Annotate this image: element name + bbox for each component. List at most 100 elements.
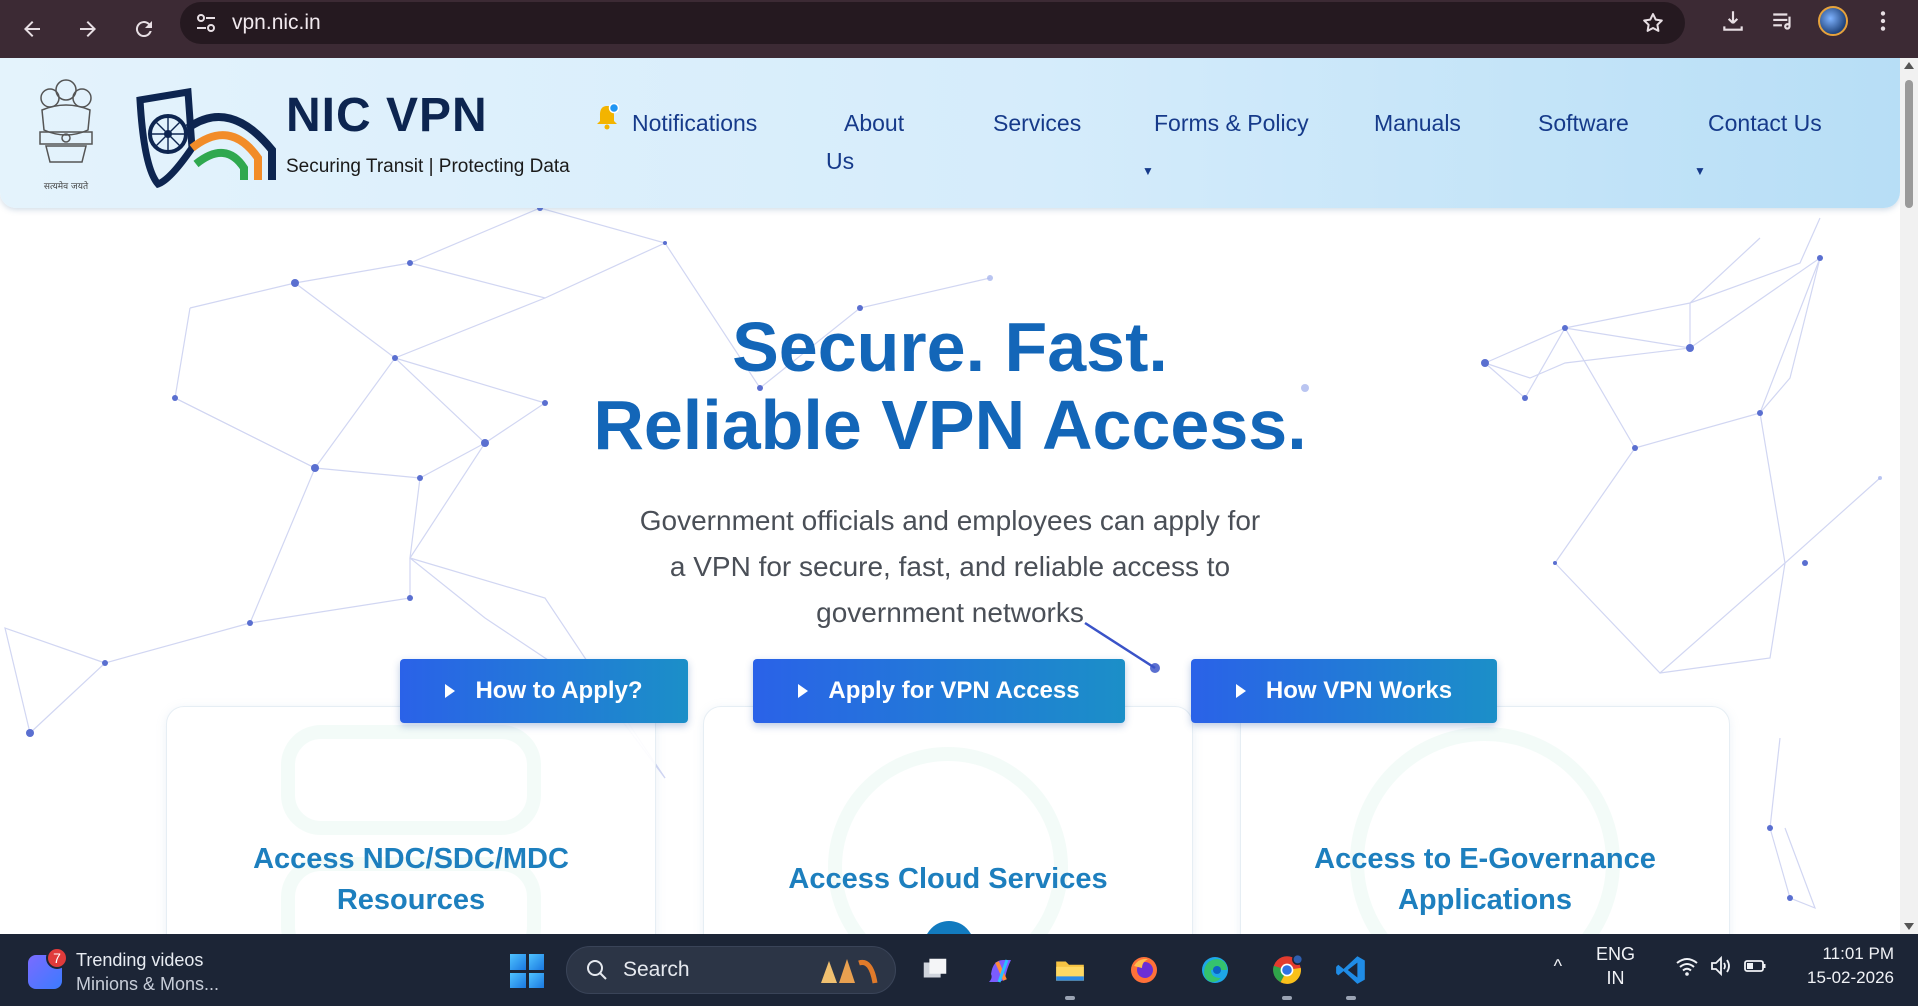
back-arrow-icon[interactable] bbox=[12, 9, 52, 49]
scrollbar-thumb[interactable] bbox=[1905, 80, 1913, 208]
brand-tagline: Securing Transit | Protecting Data bbox=[286, 156, 570, 177]
forward-arrow-icon[interactable] bbox=[68, 9, 108, 49]
site-header: सत्यमेव जयते NIC VPN Securing Transit | … bbox=[0, 58, 1900, 208]
nic-vpn-shield-logo[interactable] bbox=[130, 88, 280, 188]
nav-about-line2: Us bbox=[826, 148, 855, 174]
windows-taskbar: 7 Trending videos Minions & Mons... Sear… bbox=[0, 934, 1918, 1006]
play-triangle-icon bbox=[1235, 684, 1246, 698]
address-bar[interactable]: vpn.nic.in bbox=[180, 2, 1685, 44]
brand-title[interactable]: NIC VPN bbox=[286, 88, 488, 143]
site-settings-icon[interactable] bbox=[194, 11, 218, 35]
chevron-down-icon: ▼ bbox=[1142, 164, 1154, 178]
widgets-icon: 7 bbox=[28, 947, 68, 989]
search-highlight-icon bbox=[821, 959, 878, 984]
widget-title: Trending videos bbox=[76, 950, 204, 970]
card-title: Access NDC/SDC/MDC Resources bbox=[167, 839, 655, 921]
running-indicator bbox=[1065, 996, 1075, 1000]
quick-settings[interactable] bbox=[1675, 954, 1767, 978]
scroll-up-icon[interactable] bbox=[1904, 62, 1914, 69]
nav-about-line1: About bbox=[844, 110, 905, 136]
play-triangle-icon bbox=[798, 684, 809, 698]
profile-avatar-icon[interactable] bbox=[1818, 6, 1848, 36]
widgets-button[interactable]: 7 Trending videos Minions & Mons... bbox=[28, 947, 219, 996]
card-title: Access Cloud Services bbox=[788, 863, 1108, 895]
running-indicator bbox=[1346, 996, 1356, 1000]
nav-software[interactable]: Software bbox=[1538, 104, 1629, 142]
nav-contact-label: Contact Us bbox=[1708, 110, 1822, 136]
card-title: Access to E-Governance Applications bbox=[1241, 839, 1729, 921]
browser-toolbar: vpn.nic.in bbox=[0, 0, 1918, 58]
nav-contact-us[interactable]: Contact Us ▼ bbox=[1694, 104, 1822, 178]
card-title-line2: Applications bbox=[1397, 884, 1572, 916]
bell-icon[interactable] bbox=[592, 102, 622, 132]
card-watermark bbox=[828, 747, 1068, 934]
widget-text: Trending videos Minions & Mons... bbox=[76, 948, 219, 996]
media-queue-icon[interactable] bbox=[1768, 6, 1798, 36]
card-watermark bbox=[281, 725, 541, 835]
nav-services[interactable]: Services bbox=[993, 104, 1081, 142]
how-to-apply-label: How to Apply? bbox=[475, 677, 643, 704]
tray-overflow-chevron-icon[interactable]: ^ bbox=[1554, 956, 1562, 977]
edge-icon[interactable] bbox=[1195, 950, 1235, 990]
how-vpn-works-button[interactable]: How VPN Works bbox=[1191, 659, 1497, 723]
web-page: सत्यमेव जयते NIC VPN Securing Transit | … bbox=[0, 58, 1900, 934]
browser-actions bbox=[1718, 6, 1898, 36]
reload-icon[interactable] bbox=[124, 9, 164, 49]
hero-subtitle-line1: Government officials and employees can a… bbox=[639, 505, 1261, 536]
nav-manuals[interactable]: Manuals bbox=[1374, 104, 1461, 142]
national-emblem: सत्यमेव जयते bbox=[28, 70, 104, 192]
how-to-apply-button[interactable]: How to Apply? bbox=[400, 659, 688, 723]
hero-subtitle: Government officials and employees can a… bbox=[620, 498, 1280, 636]
card-title-line2: Resources bbox=[336, 884, 486, 916]
system-tray: ^ ENG IN 11:01 PM 15-02-2026 bbox=[1554, 942, 1894, 990]
hero-title-line1: Secure. Fast. bbox=[732, 308, 1168, 386]
play-triangle-icon bbox=[445, 684, 456, 698]
widget-subtitle: Minions & Mons... bbox=[76, 974, 220, 994]
browser-nav-buttons bbox=[12, 9, 164, 49]
hero-subtitle-line3: government networks bbox=[816, 597, 1084, 628]
how-vpn-works-label: How VPN Works bbox=[1265, 677, 1453, 704]
hero-subtitle-line2: a VPN for secure, fast, and reliable acc… bbox=[669, 551, 1231, 582]
bookmark-star-icon[interactable] bbox=[1641, 11, 1665, 35]
card-title-line1: Access to E-Governance bbox=[1314, 843, 1656, 875]
download-icon[interactable] bbox=[1718, 6, 1748, 36]
firefox-icon[interactable] bbox=[1124, 950, 1164, 990]
nav-notifications[interactable]: Notifications bbox=[632, 104, 757, 142]
card-cloud-services[interactable]: Access Cloud Services + bbox=[703, 706, 1193, 934]
url-text[interactable]: vpn.nic.in bbox=[232, 11, 321, 35]
search-icon bbox=[587, 960, 607, 980]
card-egovernance[interactable]: Access to E-Governance Applications + bbox=[1240, 706, 1730, 934]
apply-vpn-access-label: Apply for VPN Access bbox=[828, 677, 1080, 704]
language-line1: ENG bbox=[1596, 944, 1636, 964]
wifi-icon bbox=[1676, 958, 1698, 976]
search-label: Search bbox=[623, 958, 690, 981]
windows-start-icon[interactable] bbox=[510, 954, 544, 988]
menu-dots-icon[interactable] bbox=[1868, 6, 1898, 36]
chrome-icon[interactable] bbox=[1267, 950, 1307, 1000]
running-indicator bbox=[1282, 996, 1292, 1000]
card-title-line1: Access NDC/SDC/MDC bbox=[253, 843, 569, 875]
vscode-icon[interactable] bbox=[1331, 950, 1371, 1000]
battery-icon bbox=[1744, 960, 1766, 972]
widget-badge: 7 bbox=[46, 947, 68, 969]
task-view-icon[interactable] bbox=[915, 950, 955, 990]
emblem-motto: सत्यमेव जयते bbox=[43, 182, 89, 192]
card-ndc-resources[interactable]: Access NDC/SDC/MDC Resources + bbox=[166, 706, 656, 934]
language-indicator[interactable]: ENG IN bbox=[1596, 942, 1635, 990]
nav-about-us[interactable]: About Us bbox=[826, 104, 904, 180]
taskbar-search[interactable]: Search bbox=[566, 946, 896, 994]
hero-title-line2: Reliable VPN Access. bbox=[593, 386, 1307, 464]
apply-vpn-access-button[interactable]: Apply for VPN Access bbox=[753, 659, 1125, 723]
language-line2: IN bbox=[1606, 968, 1625, 988]
clock-date: 15-02-2026 bbox=[1807, 968, 1894, 987]
copilot-icon[interactable] bbox=[981, 950, 1021, 990]
chevron-down-icon: ▼ bbox=[1694, 164, 1706, 178]
clock[interactable]: 11:01 PM 15-02-2026 bbox=[1807, 942, 1894, 990]
clock-time: 11:01 PM bbox=[1822, 944, 1894, 963]
file-explorer-icon[interactable] bbox=[1050, 950, 1090, 1000]
nav-forms-policy[interactable]: Forms & Policy ▼ bbox=[1142, 104, 1309, 178]
nav-forms-policy-label: Forms & Policy bbox=[1154, 110, 1309, 136]
page-scrollbar[interactable] bbox=[1900, 58, 1918, 934]
scroll-down-icon[interactable] bbox=[1904, 923, 1914, 930]
volume-icon bbox=[1711, 955, 1730, 977]
